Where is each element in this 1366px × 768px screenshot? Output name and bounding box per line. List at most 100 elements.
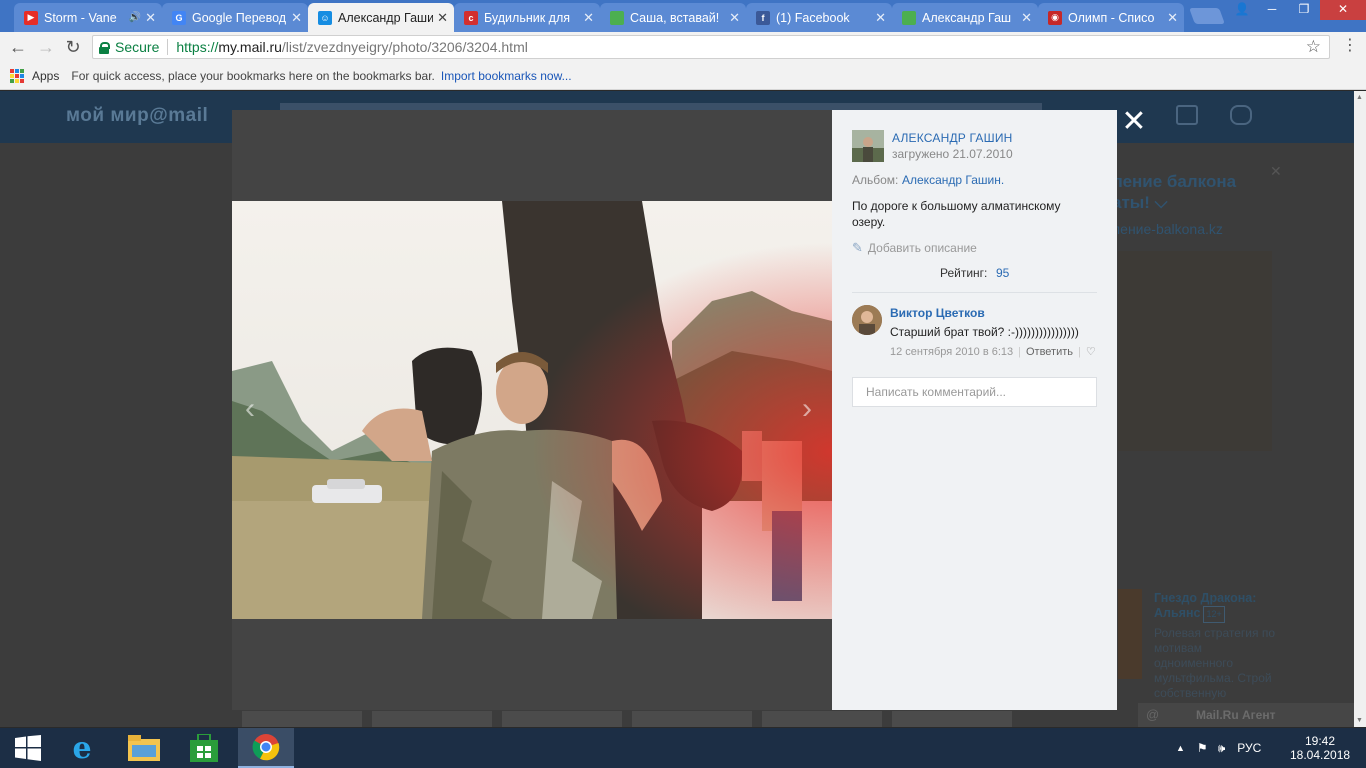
- tab-title: Александр Гашин: [338, 10, 434, 25]
- commenter-avatar[interactable]: [852, 305, 882, 335]
- speaker-icon[interactable]: 🔊: [129, 12, 141, 23]
- tab-google-translate[interactable]: G Google Перевод ✕: [162, 3, 308, 32]
- album-label: Альбом:: [852, 173, 899, 187]
- photo-image: [232, 201, 832, 619]
- flag-icon[interactable]: ⚑: [1197, 741, 1208, 755]
- comment-date: 12 сентября 2010 в 6:13: [890, 345, 1014, 358]
- internet-explorer-icon[interactable]: e: [54, 728, 110, 768]
- next-photo-icon[interactable]: ›: [802, 394, 812, 424]
- thumbnail: [372, 711, 492, 727]
- previous-photo-icon[interactable]: ‹: [245, 394, 255, 424]
- url-host: my.mail.ru: [218, 39, 282, 55]
- tab-olimp[interactable]: ◉ Олимп - Списо ✕: [1038, 3, 1184, 32]
- comment-input[interactable]: [852, 377, 1097, 407]
- author-avatar[interactable]: [852, 130, 884, 162]
- album-link[interactable]: Александр Гашин.: [902, 173, 1004, 187]
- games-icon: [1230, 105, 1252, 125]
- tab-youtube[interactable]: ▶ Storm - Vane 🔊 ✕: [14, 3, 162, 32]
- google-translate-icon: G: [172, 10, 186, 25]
- address-bar[interactable]: Secure https:// my.mail.ru /list/zvezdny…: [92, 35, 1330, 59]
- comment-author[interactable]: Виктор Цветков: [890, 306, 985, 320]
- url-protocol: https://: [176, 39, 219, 55]
- restore-icon[interactable]: ❐: [1288, 0, 1320, 20]
- taskbar: e ▲ ⚑ 🕪 РУС 19:42 18.04.2018: [0, 728, 1366, 768]
- site-logo[interactable]: мой мир@mail: [66, 105, 208, 127]
- mail-ru-icon: ☺: [318, 10, 332, 25]
- rating-label: Рейтинг:: [940, 266, 988, 280]
- tab-title: Олимп - Списо: [1068, 10, 1155, 25]
- divider: [167, 39, 169, 55]
- photo[interactable]: [232, 201, 832, 619]
- close-tab-icon[interactable]: ✕: [583, 10, 594, 26]
- file-explorer-icon[interactable]: [116, 728, 172, 768]
- menu-icon[interactable]: ⋮: [1340, 36, 1360, 58]
- system-tray: ▲ ⚑ 🕪 РУС: [1176, 728, 1261, 768]
- scroll-down-icon[interactable]: ▼: [1356, 717, 1363, 724]
- rating-value[interactable]: 95: [996, 266, 1009, 280]
- olimp-icon: ◉: [1048, 10, 1062, 25]
- close-tab-icon[interactable]: ✕: [1167, 10, 1178, 26]
- ad-url: ление-balkona.kz: [1112, 221, 1223, 237]
- back-icon[interactable]: ←: [8, 37, 28, 57]
- reload-icon[interactable]: ↻: [63, 37, 83, 57]
- divider: [852, 292, 1097, 293]
- youtube-icon: ▶: [24, 10, 38, 25]
- clock-date: 18.04.2018: [1290, 748, 1351, 762]
- page-scrollbar[interactable]: ▲ ▼: [1354, 91, 1366, 727]
- scroll-up-icon[interactable]: ▲: [1356, 94, 1363, 101]
- reply-button[interactable]: Ответить: [1026, 346, 1073, 358]
- close-tab-icon[interactable]: ✕: [875, 10, 886, 26]
- thumbnail-strip: [242, 711, 1032, 727]
- thumbnail: [502, 711, 622, 727]
- thumbnail: [632, 711, 752, 727]
- sheet-icon: [902, 10, 916, 25]
- import-bookmarks-link[interactable]: Import bookmarks now...: [441, 69, 572, 83]
- user-icon[interactable]: 👤: [1228, 0, 1256, 20]
- close-tab-icon[interactable]: ✕: [291, 10, 302, 26]
- mail-icon: [1176, 105, 1198, 125]
- comment-meta: 12 сентября 2010 в 6:13 | Ответить | ♡: [890, 345, 1096, 359]
- ad-close-icon[interactable]: ✕: [1270, 163, 1282, 180]
- volume-icon[interactable]: 🕪: [1218, 741, 1226, 756]
- apps-label[interactable]: Apps: [32, 69, 59, 83]
- close-window-icon[interactable]: ✕: [1320, 0, 1366, 20]
- tray-chevron-icon[interactable]: ▲: [1176, 743, 1185, 753]
- clock[interactable]: 19:42 18.04.2018: [1290, 734, 1350, 762]
- windows-start-icon[interactable]: [0, 728, 56, 768]
- forward-icon[interactable]: →: [36, 37, 56, 57]
- store-icon[interactable]: [176, 728, 232, 768]
- tab-alarm[interactable]: c Будильник для ✕: [454, 3, 600, 32]
- tab-title: Саша, вставай!: [630, 10, 720, 25]
- tab-title: Будильник для: [484, 10, 571, 25]
- tab-facebook[interactable]: f (1) Facebook ✕: [746, 3, 892, 32]
- tab-alexander[interactable]: Александр Гаш ✕: [892, 3, 1038, 32]
- close-tab-icon[interactable]: ✕: [729, 10, 740, 26]
- bookmarks-bar: Apps For quick access, place your bookma…: [0, 62, 1366, 90]
- chrome-icon[interactable]: [238, 728, 294, 768]
- add-description-label: Добавить описание: [867, 241, 977, 255]
- close-icon[interactable]: ✕: [1121, 107, 1147, 137]
- tab-title: Александр Гаш: [922, 10, 1012, 25]
- close-tab-icon[interactable]: ✕: [1021, 10, 1032, 26]
- heart-icon[interactable]: ♡: [1086, 345, 1096, 358]
- tab-title: (1) Facebook: [776, 10, 850, 25]
- language-indicator[interactable]: РУС: [1237, 741, 1261, 755]
- divider: |: [1078, 345, 1081, 358]
- pencil-icon: ✎: [852, 240, 863, 255]
- url-path: /list/zvezdnyeigry/photo/3206/3204.html: [281, 39, 528, 55]
- author-name[interactable]: АЛЕКСАНДР ГАШИН: [892, 131, 1013, 145]
- tab-title: Google Перевод: [192, 10, 287, 25]
- add-description-button[interactable]: ✎ Добавить описание: [852, 240, 977, 256]
- bookmark-star-icon[interactable]: ☆: [1306, 37, 1321, 57]
- tab-strip: ▶ Storm - Vane 🔊 ✕ G Google Перевод ✕ ☺ …: [0, 0, 1366, 32]
- photo-info-panel: АЛЕКСАНДР ГАШИН загружено 21.07.2010 Аль…: [832, 110, 1117, 710]
- tab-sasha[interactable]: Саша, вставай! ✕: [600, 3, 746, 32]
- minimize-icon[interactable]: ─: [1256, 0, 1288, 20]
- close-tab-icon[interactable]: ✕: [145, 10, 156, 26]
- new-tab-button[interactable]: [1189, 8, 1225, 24]
- apps-icon[interactable]: [10, 68, 24, 83]
- tab-mail-photo[interactable]: ☺ Александр Гашин ✕: [308, 3, 454, 32]
- browser-toolbar: ← → ↻ Secure https:// my.mail.ru /list/z…: [0, 32, 1366, 62]
- close-tab-icon[interactable]: ✕: [437, 10, 448, 26]
- sheet-icon: [610, 10, 624, 25]
